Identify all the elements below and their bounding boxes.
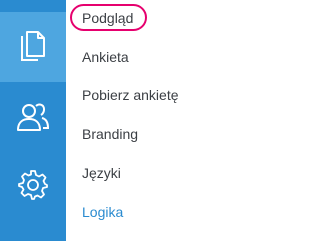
menu-item-survey[interactable]: Ankieta: [82, 47, 129, 67]
menu-item-download-survey[interactable]: Pobierz ankietę: [82, 85, 179, 105]
rail-item-settings[interactable]: [0, 150, 66, 220]
menu-item-languages[interactable]: Języki: [82, 163, 121, 183]
menu-item-branding[interactable]: Branding: [82, 124, 138, 144]
settings-menu: Podgląd Ankieta Pobierz ankietę Branding…: [66, 0, 273, 241]
menu-item-logic[interactable]: Logika: [82, 202, 123, 222]
rail-item-documents[interactable]: [0, 12, 66, 82]
left-icon-rail: [0, 0, 66, 241]
gear-icon: [18, 170, 48, 200]
users-icon: [17, 103, 50, 131]
menu-item-preview[interactable]: Podgląd: [82, 8, 133, 28]
documents-icon: [21, 31, 45, 61]
rail-item-users[interactable]: [0, 82, 66, 152]
